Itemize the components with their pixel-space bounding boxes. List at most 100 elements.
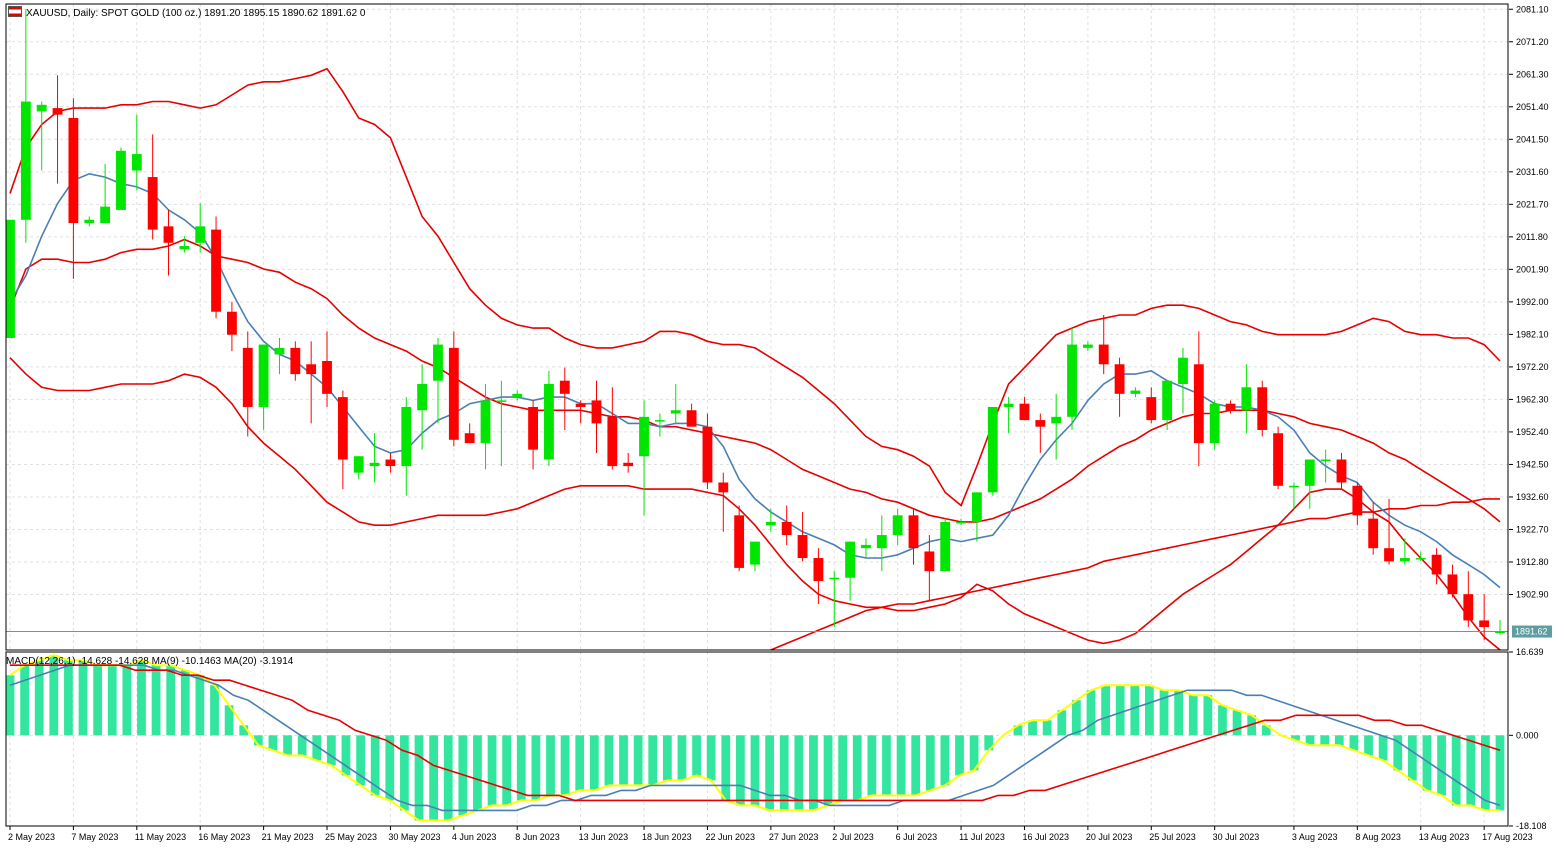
macd-histogram-bar — [750, 735, 760, 806]
candle-bear — [924, 551, 935, 572]
macd-histogram-bar — [677, 735, 687, 781]
candle-bull — [1162, 380, 1173, 421]
macd-histogram-bar — [268, 735, 278, 751]
candle-bull — [1495, 631, 1505, 634]
y-tick-label: 1952.40 — [1516, 427, 1549, 437]
macd-y-tick-label: -18.108 — [1516, 821, 1547, 831]
macd-histogram-bar — [34, 660, 44, 736]
macd-histogram-bar — [1174, 690, 1184, 736]
candle-bull — [179, 246, 190, 250]
macd-histogram-bar — [1145, 685, 1154, 736]
candle-bull — [6, 219, 15, 339]
macd-histogram-bar — [1042, 720, 1052, 736]
macd-histogram-bar — [779, 735, 789, 811]
candle-bear — [1479, 620, 1490, 628]
y-tick-label: 1902.90 — [1516, 589, 1549, 599]
candle-bear — [1225, 403, 1236, 411]
macd-histogram-bar — [867, 735, 877, 796]
chart-svg[interactable]: 2081.10 2071.20 2061.30 2051.40 2041.50 2031.… — [0, 0, 1566, 851]
macd-histogram-bar — [1466, 735, 1476, 806]
y-tick-label: 2051.40 — [1516, 102, 1549, 112]
x-tick-label: 11 May 2023 — [135, 832, 186, 842]
macd-histogram-bar — [122, 665, 132, 736]
candle-bear — [734, 515, 745, 568]
macd-histogram-bar — [1320, 735, 1330, 746]
y-tick-label: 1912.80 — [1516, 557, 1549, 567]
candle-bull — [496, 400, 507, 402]
candle-bull — [1415, 558, 1426, 560]
candle-bear — [1384, 548, 1394, 562]
macd-histogram-bar — [604, 735, 614, 786]
macd-histogram-bar — [443, 735, 453, 821]
candle-bull — [195, 226, 206, 243]
candle-bull — [258, 344, 269, 407]
macd-histogram-bar — [166, 665, 176, 736]
chart-window: 2081.10 2071.20 2061.30 2051.40 2041.50 2031.… — [0, 0, 1566, 851]
candle-bear — [322, 360, 332, 394]
macd-histogram-bar — [151, 665, 161, 736]
macd-histogram-bar — [1349, 735, 1359, 751]
macd-histogram-bar — [1378, 735, 1388, 761]
x-tick-label: 18 Jun 2023 — [642, 832, 692, 842]
candle-bear — [52, 108, 63, 115]
candle-bear — [1336, 459, 1347, 483]
candle-bear — [908, 515, 919, 549]
candle-bull — [972, 492, 982, 522]
x-tick-label: 8 Aug 2023 — [1355, 832, 1401, 842]
macd-histogram-bar — [765, 735, 774, 811]
x-tick-label: 13 Jun 2023 — [579, 832, 629, 842]
macd-histogram-bar — [633, 735, 643, 786]
macd-histogram-bar — [706, 735, 716, 781]
candle-bull — [892, 515, 903, 536]
macd-histogram-bar — [911, 735, 921, 796]
candle-bull — [544, 383, 554, 460]
candle-bull — [639, 416, 649, 457]
macd-histogram-bar — [1364, 735, 1373, 756]
candle-bear — [163, 226, 174, 243]
y-tick-label: 2011.80 — [1516, 232, 1548, 242]
macd-histogram-bar — [721, 735, 731, 801]
macd-histogram-bar — [882, 735, 891, 796]
candle-bull — [876, 535, 887, 549]
macd-histogram-bar — [341, 735, 351, 776]
macd-histogram-bar — [1101, 685, 1110, 736]
x-tick-label: 27 Jun 2023 — [769, 832, 819, 842]
x-tick-label: 6 Jul 2023 — [896, 832, 938, 842]
candle-bear — [1146, 397, 1157, 421]
x-tick-label: 11 Jul 2023 — [959, 832, 1005, 842]
candle-bull — [670, 410, 681, 414]
candle-bull — [20, 101, 31, 220]
candle-bear — [591, 400, 602, 424]
macd-histogram-bar — [1115, 685, 1125, 736]
x-tick-label: 2 May 2023 — [8, 832, 55, 842]
candle-bull — [829, 577, 840, 580]
x-tick-label: 16 Jul 2023 — [1022, 832, 1069, 842]
macd-histogram-bar — [1057, 710, 1067, 736]
macd-histogram-bar — [195, 675, 205, 736]
candle-bear — [781, 521, 792, 536]
macd-histogram-bar — [1218, 705, 1227, 736]
candle-bear — [385, 459, 396, 467]
macd-histogram-bar — [1188, 695, 1198, 736]
x-tick-label: 16 May 2023 — [198, 832, 250, 842]
candle-bull — [1003, 403, 1014, 407]
macd-histogram-bar — [1437, 735, 1446, 796]
y-tick-label: 1932.60 — [1516, 492, 1549, 502]
macd-histogram-bar — [925, 735, 935, 791]
macd-histogram-bar — [93, 665, 103, 736]
candle-bear — [686, 410, 697, 427]
candle-bear — [147, 177, 158, 230]
candle-bear — [607, 416, 618, 467]
macd-histogram-bar — [619, 735, 628, 786]
y-tick-label: 2031.60 — [1516, 167, 1549, 177]
x-tick-label: 4 Jun 2023 — [452, 832, 497, 842]
candle-bear — [559, 380, 570, 394]
macd-histogram-bar — [546, 735, 555, 796]
macd-histogram-bar — [64, 660, 73, 736]
macd-histogram-bar — [210, 685, 219, 736]
macd-title: MACD(12,26,1) -14.628 -14.628 MA(9) -10.… — [6, 656, 294, 667]
y-tick-label: 2021.70 — [1516, 199, 1549, 209]
candle-bull — [1289, 485, 1299, 488]
price-tag-label: 1891.62 — [1515, 627, 1548, 637]
macd-header: MACD(12,26,1) -14.628 -14.628 MA(9) -10.… — [6, 656, 293, 667]
